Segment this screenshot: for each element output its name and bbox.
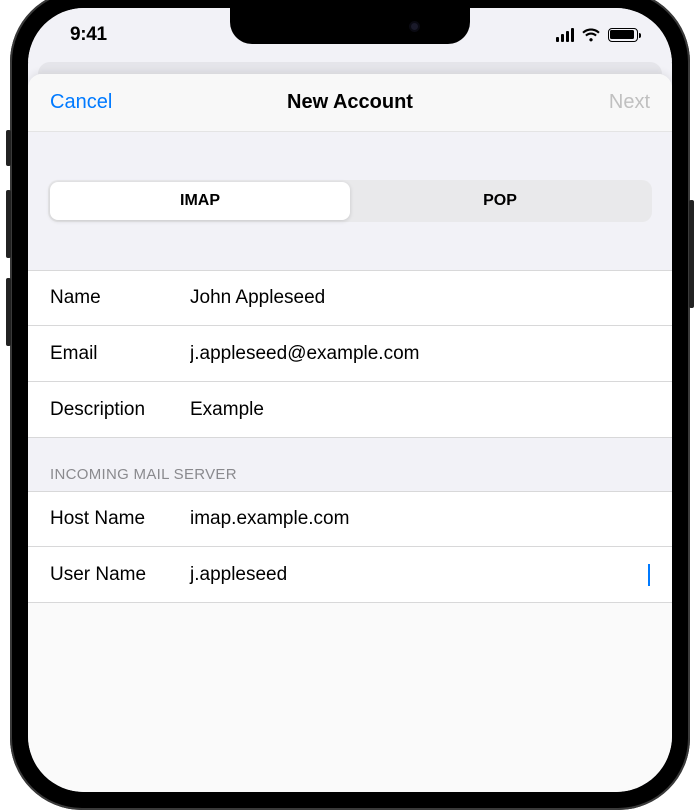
power-button: [689, 200, 694, 308]
background-sheet-peek: [38, 62, 662, 74]
wifi-icon: [581, 28, 601, 43]
status-time: 9:41: [70, 24, 107, 46]
row-label: Name: [50, 287, 190, 309]
cellular-icon: [556, 28, 575, 42]
email-row[interactable]: Email: [28, 326, 672, 382]
description-row[interactable]: Description: [28, 382, 672, 438]
notch: [230, 8, 470, 44]
account-info-group: Name Email Description: [28, 270, 672, 438]
front-camera-icon: [409, 21, 420, 32]
battery-icon: [608, 28, 638, 42]
segment-pop[interactable]: POP: [350, 182, 650, 220]
host-name-row[interactable]: Host Name: [28, 491, 672, 547]
name-field[interactable]: [190, 287, 650, 309]
volume-up-button: [6, 190, 11, 258]
user-name-row[interactable]: User Name j.appleseed: [28, 547, 672, 603]
page-title: New Account: [287, 91, 413, 114]
next-button[interactable]: Next: [560, 91, 650, 114]
row-label: Host Name: [50, 508, 190, 530]
screen: 9:41 Cancel New Account Next: [28, 8, 672, 792]
user-name-field[interactable]: j.appleseed: [190, 564, 650, 586]
segment-imap[interactable]: IMAP: [50, 182, 350, 220]
incoming-server-group: Host Name User Name j.appleseed: [28, 491, 672, 603]
section-gap: [28, 222, 672, 270]
row-label: Email: [50, 343, 190, 365]
host-name-field[interactable]: [190, 508, 650, 530]
silence-switch: [6, 130, 11, 166]
volume-down-button: [6, 278, 11, 346]
cancel-button[interactable]: Cancel: [50, 91, 140, 114]
modal-sheet: Cancel New Account Next IMAP POP: [28, 74, 672, 792]
section-gap: [28, 132, 672, 180]
protocol-segmented-control[interactable]: IMAP POP: [48, 180, 652, 222]
device-frame: 9:41 Cancel New Account Next: [10, 0, 690, 810]
row-label: User Name: [50, 564, 190, 586]
incoming-server-header: Incoming Mail Server: [28, 438, 672, 491]
description-field[interactable]: [190, 399, 650, 421]
nav-bar: Cancel New Account Next: [28, 74, 672, 132]
name-row[interactable]: Name: [28, 270, 672, 326]
email-field[interactable]: [190, 343, 650, 365]
row-label: Description: [50, 399, 190, 421]
